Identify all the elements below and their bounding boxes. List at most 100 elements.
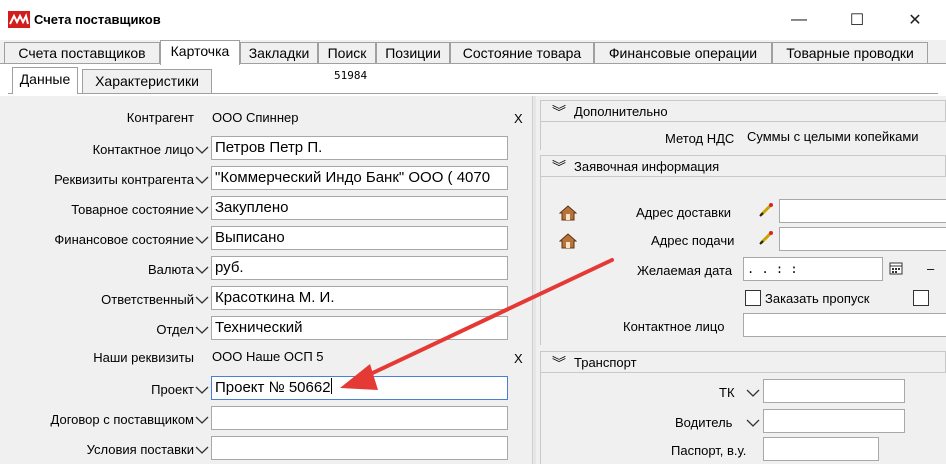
- financial-state-field[interactable]: Выписано: [211, 226, 508, 250]
- tab-supplier-invoices[interactable]: Счета поставщиков: [4, 42, 160, 64]
- row-currency: Валюта руб.: [8, 254, 532, 284]
- chevron-down-icon[interactable]: [745, 385, 761, 401]
- department-field[interactable]: Технический: [211, 316, 508, 340]
- section-additional-title: Дополнительно: [574, 104, 668, 119]
- desired-date-field[interactable]: . . : :: [743, 257, 883, 281]
- row-department: Отдел Технический: [8, 314, 532, 344]
- chevron-down-icon[interactable]: [745, 415, 761, 431]
- counterparty-details-label: Реквизиты контрагента: [54, 172, 194, 187]
- contact-person-field[interactable]: Петров Петр П.: [211, 136, 508, 160]
- chevron-down-icon[interactable]: [194, 262, 210, 278]
- time-separator-text: –: [927, 261, 935, 276]
- delivery-address-field[interactable]: [779, 199, 946, 223]
- tab-financial-operations[interactable]: Финансовые операции: [594, 42, 772, 64]
- passport-field[interactable]: [763, 437, 879, 461]
- our-details-value[interactable]: ООО Наше ОСП 5: [212, 349, 324, 364]
- project-label: Проект: [151, 382, 194, 397]
- chevron-down-icon[interactable]: [194, 292, 210, 308]
- supplier-contract-label: Договор с поставщиком: [50, 412, 194, 427]
- edit-pen-icon[interactable]: [757, 229, 775, 247]
- close-button[interactable]: ✕: [892, 0, 938, 40]
- row-counterparty-details: Реквизиты контрагента "Коммерческий Индо…: [8, 164, 532, 194]
- tk-field[interactable]: [763, 379, 905, 403]
- tab-bookmarks[interactable]: Закладки: [240, 42, 318, 64]
- project-field[interactable]: Проект № 50662: [211, 376, 508, 400]
- tab-search[interactable]: Поиск: [318, 42, 376, 64]
- desired-date-label: Желаемая дата: [637, 263, 733, 278]
- section-additional-header[interactable]: ︾ Дополнительно: [540, 100, 946, 122]
- our-details-label: Наши реквизиты: [93, 350, 194, 365]
- subtabs-divider: [8, 93, 938, 94]
- counterparty-details-field[interactable]: "Коммерческий Индо Банк" ООО ( 4070: [211, 166, 508, 190]
- double-chevron-down-icon: ︾: [552, 355, 566, 371]
- request-contact-label: Контактное лицо: [623, 319, 725, 334]
- calendar-icon[interactable]: [889, 261, 903, 275]
- delivery-address-label: Адрес доставки: [636, 205, 732, 220]
- tab-goods-postings[interactable]: Товарные проводки: [772, 42, 928, 64]
- vat-method-value[interactable]: Суммы с целыми копейками: [747, 129, 919, 144]
- currency-field[interactable]: руб.: [211, 256, 508, 280]
- tab-positions[interactable]: Позиции: [376, 42, 450, 64]
- section-transport-header[interactable]: ︾ Транспорт: [540, 351, 946, 373]
- subtab-characteristics[interactable]: Характеристики: [82, 69, 212, 93]
- row-responsible: Ответственный Красоткина М. И.: [8, 284, 532, 314]
- chevron-down-icon[interactable]: [194, 412, 210, 428]
- delivery-terms-field[interactable]: [211, 436, 508, 460]
- text-caret: [330, 378, 332, 394]
- chevron-down-icon[interactable]: [194, 382, 210, 398]
- section-transport-body: ТК Водитель Паспорт, в.у.: [540, 373, 946, 464]
- tab-card[interactable]: Карточка: [160, 40, 240, 65]
- main-tabs: Счета поставщиков Карточка Закладки Поис…: [0, 40, 946, 65]
- vat-method-label: Метод НДС: [665, 131, 735, 146]
- maximize-button[interactable]: ☐: [834, 0, 880, 40]
- row-counterparty: Контрагент ООО Спиннер X: [8, 104, 532, 134]
- delivery-terms-label: Условия поставки: [86, 442, 194, 457]
- extra-checkbox[interactable]: [913, 290, 929, 306]
- row-project: Проект Проект № 50662: [8, 374, 532, 404]
- section-request-title: Заявочная информация: [574, 159, 720, 174]
- chevron-down-icon[interactable]: [194, 232, 210, 248]
- chevron-down-icon[interactable]: [194, 322, 210, 338]
- our-details-clear-button[interactable]: X: [514, 351, 523, 366]
- chevron-down-icon[interactable]: [194, 202, 210, 218]
- order-pass-label[interactable]: Заказать пропуск: [765, 291, 869, 306]
- responsible-field[interactable]: Красоткина М. И.: [211, 286, 508, 310]
- counterparty-clear-button[interactable]: X: [514, 111, 523, 126]
- app-logo-icon: [8, 11, 30, 28]
- financial-state-label: Финансовое состояние: [54, 232, 194, 247]
- edit-pen-icon[interactable]: [757, 201, 775, 219]
- section-request-header[interactable]: ︾ Заявочная информация: [540, 155, 946, 177]
- order-pass-checkbox[interactable]: [745, 290, 761, 306]
- subtab-data[interactable]: Данные: [12, 67, 78, 94]
- counterparty-value[interactable]: ООО Спиннер: [212, 110, 298, 125]
- section-transport-title: Транспорт: [574, 355, 637, 370]
- card-form: Контрагент ООО Спиннер X Контактное лицо…: [8, 96, 532, 464]
- goods-state-field[interactable]: Закуплено: [211, 196, 508, 220]
- house-icon[interactable]: [559, 233, 577, 249]
- currency-label: Валюта: [148, 262, 194, 277]
- tab-goods-state[interactable]: Состояние товара: [450, 42, 594, 64]
- row-financial-state: Финансовое состояние Выписано: [8, 224, 532, 254]
- sub-tabs: Данные Характеристики 51984: [0, 64, 946, 96]
- row-our-details: Наши реквизиты ООО Наше ОСП 5 X: [8, 344, 532, 374]
- double-chevron-down-icon: ︾: [552, 104, 566, 120]
- goods-state-label: Товарное состояние: [71, 202, 194, 217]
- department-label: Отдел: [156, 322, 194, 337]
- project-field-text: Проект № 50662: [215, 379, 331, 396]
- chevron-down-icon[interactable]: [194, 442, 210, 458]
- request-contact-field[interactable]: [743, 313, 946, 337]
- passport-label: Паспорт, в.у.: [671, 443, 747, 458]
- supplier-contract-field[interactable]: [211, 406, 508, 430]
- section-additional-body: Метод НДС Суммы с целыми копейками: [540, 122, 946, 150]
- pickup-address-field[interactable]: [779, 227, 946, 251]
- row-contact-person: Контактное лицо Петров Петр П.: [8, 134, 532, 164]
- row-supplier-contract: Договор с поставщиком: [8, 404, 532, 434]
- chevron-down-icon[interactable]: [194, 142, 210, 158]
- chevron-down-icon[interactable]: [194, 172, 210, 188]
- right-panel: ︾ Дополнительно Метод НДС Суммы с целыми…: [536, 96, 946, 464]
- contact-person-label: Контактное лицо: [92, 142, 194, 157]
- row-goods-state: Товарное состояние Закуплено: [8, 194, 532, 224]
- driver-field[interactable]: [763, 409, 905, 433]
- house-icon[interactable]: [559, 205, 577, 221]
- minimize-button[interactable]: —: [776, 0, 822, 40]
